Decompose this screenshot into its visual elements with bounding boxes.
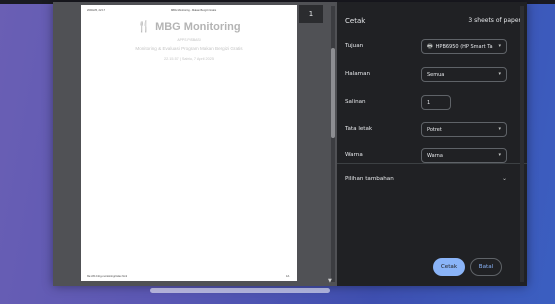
destination-select[interactable]: 🖶 HPB6950 (HP Smart Ta ▾: [421, 39, 507, 54]
color-value: Warna: [427, 152, 443, 159]
layout-select[interactable]: Potret ▾: [421, 122, 507, 137]
page-number-badge: 1: [299, 5, 323, 23]
preview-page: 20/04/25, 22:17 MBG Monitoring - Makan B…: [81, 5, 297, 281]
copies-label: Salinan: [345, 99, 366, 105]
cancel-button[interactable]: Batal: [470, 258, 502, 276]
page-header-title: MBG Monitoring - Makan Bergizi Gratis: [171, 9, 217, 12]
copies-input[interactable]: 1: [421, 95, 451, 110]
print-preview-pane[interactable]: 20/04/25, 22:17 MBG Monitoring - Makan B…: [53, 2, 337, 286]
settings-divider: [337, 163, 527, 164]
page-title-row: 🍴 MBG Monitoring: [81, 20, 297, 34]
settings-scrollbar[interactable]: [520, 6, 524, 282]
pages-label: Halaman: [345, 71, 371, 77]
print-button[interactable]: Cetak: [433, 258, 465, 276]
print-dialog: 20/04/25, 22:17 MBG Monitoring - Makan B…: [53, 2, 527, 286]
dialog-title: Cetak: [345, 17, 366, 25]
chevron-down-icon: ▾: [498, 152, 501, 158]
layout-value: Potret: [427, 126, 442, 133]
scroll-down-arrow-icon[interactable]: ▼: [328, 278, 332, 284]
pages-value: Semua: [427, 71, 445, 78]
layout-label: Tata letak: [345, 126, 373, 132]
sheet-count: 3 sheets of paper: [468, 17, 521, 24]
page-title: MBG Monitoring: [155, 20, 241, 33]
bottom-handle-bar: [150, 288, 330, 293]
pages-select[interactable]: Semua ▾: [421, 67, 507, 82]
chevron-down-icon: ▾: [498, 126, 501, 132]
utensils-icon: 🍴: [137, 21, 152, 33]
page-program-description: Monitoring & Evaluasi Program Makan Berg…: [135, 46, 243, 51]
page-header-datetime: 20/04/25, 22:17: [87, 9, 106, 12]
page-datetime: 22.15.57 | Sabtu, 7 April 2025: [164, 57, 214, 61]
print-settings-pane: Cetak 3 sheets of paper Tujuan 🖶 HPB6950…: [337, 2, 527, 286]
destination-value: HPB6950 (HP Smart Ta: [435, 43, 493, 50]
chevron-down-icon: ▾: [498, 71, 501, 77]
color-select[interactable]: Warna ▾: [421, 148, 507, 163]
color-label: Warna: [345, 152, 363, 158]
printer-icon: 🖶: [427, 42, 433, 50]
destination-label: Tujuan: [345, 43, 364, 49]
preview-scrollbar[interactable]: [331, 6, 335, 282]
chevron-down-icon[interactable]: ⌄: [502, 175, 507, 182]
more-settings-toggle[interactable]: Pilihan tambahan: [345, 176, 394, 182]
page-footer-url: file:///D:/mbg-monitoring/index.html: [87, 275, 128, 278]
page-subtitle: APPS PISBASI: [177, 38, 201, 42]
page-footer-page-number: 1/1: [286, 275, 290, 278]
preview-scrollbar-thumb[interactable]: [331, 48, 335, 138]
chevron-down-icon: ▾: [498, 43, 501, 49]
